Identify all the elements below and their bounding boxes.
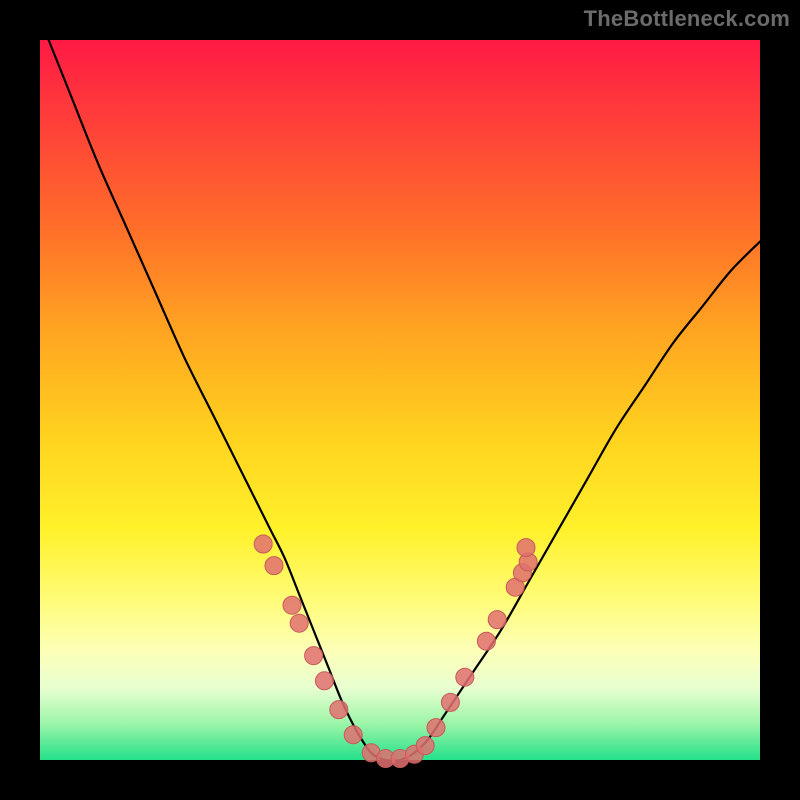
data-marker: [488, 611, 506, 629]
chart-frame: TheBottleneck.com: [0, 0, 800, 800]
data-marker: [290, 614, 308, 632]
watermark-text: TheBottleneck.com: [584, 6, 790, 32]
data-marker: [416, 737, 434, 755]
data-marker: [427, 719, 445, 737]
data-marker: [330, 701, 348, 719]
data-marker: [315, 672, 333, 690]
data-marker: [344, 726, 362, 744]
bottleneck-curve: [40, 18, 760, 761]
data-marker: [456, 668, 474, 686]
chart-overlay: [40, 40, 760, 760]
data-marker: [305, 647, 323, 665]
data-markers: [254, 535, 537, 768]
data-marker: [254, 535, 272, 553]
data-marker: [265, 557, 283, 575]
data-marker: [517, 539, 535, 557]
data-marker: [283, 596, 301, 614]
data-marker: [441, 693, 459, 711]
data-marker: [477, 632, 495, 650]
